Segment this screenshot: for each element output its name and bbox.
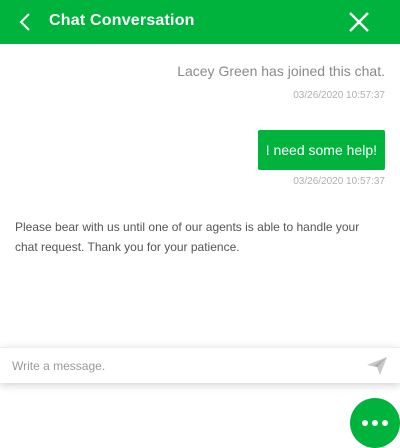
agent-message: Please bear with us until one of our age… (15, 220, 360, 254)
more-dots-icon (360, 420, 390, 426)
close-icon (349, 12, 369, 32)
page-title: Chat Conversation (49, 12, 195, 29)
chat-header: Chat Conversation (0, 0, 400, 44)
user-message-timestamp: 03/26/2020 10:57:37 (293, 176, 385, 187)
send-icon (367, 357, 387, 375)
chevron-left-icon (19, 13, 30, 31)
send-button[interactable] (366, 356, 388, 376)
message-input[interactable] (12, 354, 342, 378)
system-message: Lacey Green has joined this chat. (177, 63, 385, 79)
message-composer (0, 347, 400, 383)
more-options-button[interactable] (350, 398, 400, 448)
back-button[interactable] (14, 10, 36, 34)
close-button[interactable] (346, 9, 372, 35)
system-message-timestamp: 03/26/2020 10:57:37 (293, 90, 385, 101)
user-message-bubble: I need some help! (257, 130, 385, 170)
